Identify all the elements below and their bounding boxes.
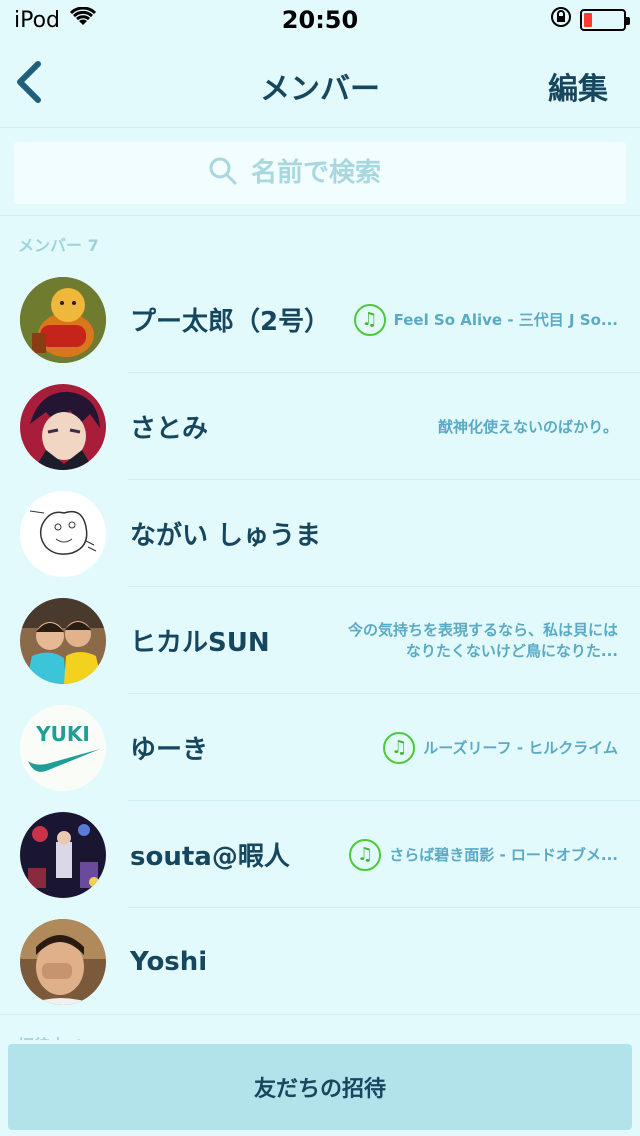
member-name: ヒカルSUN bbox=[130, 628, 270, 658]
list-item[interactable]: ながい しゅうま bbox=[0, 480, 640, 587]
sketch-avatar bbox=[20, 491, 106, 577]
invite-bar: 友だちの招待 bbox=[0, 1040, 640, 1136]
anime-character-avatar bbox=[20, 384, 106, 470]
person-avatar bbox=[20, 919, 106, 1005]
list-item[interactable]: souta@暇人 ♫ さらば碧き面影 - ロードオブメ... bbox=[0, 801, 640, 908]
status-bar: iPod 20:50 bbox=[0, 0, 640, 40]
list-item[interactable]: プー太郎（2号） ♫ Feel So Alive - 三代目 J So... bbox=[0, 266, 640, 373]
search-input[interactable] bbox=[251, 158, 431, 188]
edit-button[interactable]: 編集 bbox=[548, 64, 608, 108]
member-name: Yoshi bbox=[130, 946, 208, 977]
yuki-logo-avatar: YUKI bbox=[20, 705, 106, 791]
photo-avatar bbox=[20, 598, 106, 684]
status-message: ルーズリーフ - ヒルクライム bbox=[423, 739, 618, 757]
navigation-bar: メンバー 編集 bbox=[0, 40, 640, 128]
back-button[interactable] bbox=[14, 60, 54, 108]
list-item[interactable]: Yoshi bbox=[0, 908, 640, 1015]
search-icon bbox=[209, 157, 237, 189]
page-title: メンバー bbox=[260, 72, 380, 107]
member-list: プー太郎（2号） ♫ Feel So Alive - 三代目 J So... さ… bbox=[0, 266, 640, 1015]
device-name: iPod bbox=[14, 7, 61, 33]
status-message: 今の気持ちを表現するなら、私は貝にはなりたくないけど鳥になりた... bbox=[348, 620, 618, 660]
search-bar bbox=[0, 128, 640, 216]
members-section-header: メンバー 7 bbox=[18, 236, 99, 255]
list-item[interactable]: さとみ 猷神化使えないのばかり。 bbox=[0, 373, 640, 480]
battery-icon bbox=[580, 9, 630, 31]
member-status: ♫ ルーズリーフ - ヒルクライム bbox=[383, 731, 618, 764]
search-box[interactable] bbox=[14, 142, 626, 204]
member-status: 今の気持ちを表現するなら、私は貝にはなりたくないけど鳥になりた... bbox=[348, 620, 618, 662]
music-note-icon: ♫ bbox=[383, 731, 416, 764]
chevron-left-icon bbox=[17, 61, 41, 103]
status-message: Feel So Alive - 三代目 J So... bbox=[393, 311, 618, 329]
member-name: ゆーき bbox=[130, 735, 209, 765]
music-note-icon: ♫ bbox=[353, 303, 386, 336]
member-name: さとみ bbox=[130, 414, 209, 444]
concert-avatar bbox=[20, 812, 106, 898]
svg-text:YUKI: YUKI bbox=[35, 722, 90, 746]
member-status: ♫ さらば碧き面影 - ロードオブメ... bbox=[349, 838, 618, 871]
member-status: ♫ Feel So Alive - 三代目 J So... bbox=[353, 303, 618, 336]
invite-friends-button[interactable]: 友だちの招待 bbox=[8, 1044, 632, 1130]
pooh-avatar bbox=[20, 277, 106, 363]
member-name: ながい しゅうま bbox=[130, 521, 322, 551]
status-message: 猷神化使えないのばかり。 bbox=[437, 418, 618, 436]
list-item[interactable]: YUKI ゆーき ♫ ルーズリーフ - ヒルクライム bbox=[0, 694, 640, 801]
wifi-icon bbox=[69, 6, 97, 33]
list-item[interactable]: ヒカルSUN 今の気持ちを表現するなら、私は貝にはなりたくないけど鳥になりた..… bbox=[0, 587, 640, 694]
member-name: プー太郎（2号） bbox=[130, 307, 331, 337]
status-message: さらば碧き面影 - ロードオブメ... bbox=[389, 846, 618, 864]
music-note-icon: ♫ bbox=[349, 838, 382, 871]
rotation-lock-icon bbox=[550, 6, 572, 34]
member-name: souta@暇人 bbox=[130, 842, 290, 872]
member-status: 猷神化使えないのばかり。 bbox=[438, 416, 618, 437]
